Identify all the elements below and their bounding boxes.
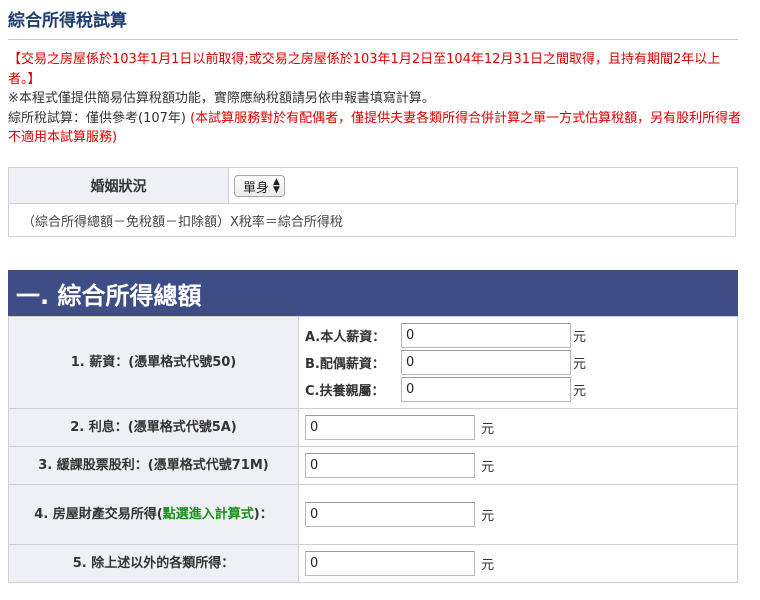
house-trade-label: 4. 房屋財產交易所得(點選進入計算式)： (8, 484, 299, 545)
interest-label: 2. 利息：(憑單格式代號5A) (8, 408, 299, 447)
red-notice: 【交易之房屋係於103年1月1日以前取得;或交易之房屋係於103年1月2日至10… (8, 52, 721, 87)
marital-status-value: 單身 (243, 180, 270, 196)
house-trade-input[interactable] (305, 502, 475, 527)
trial-note: 綜所稅試算：僅供參考(107年) (本試算服務對於有配偶者，僅提供夫妻各類所得合… (8, 109, 746, 148)
unit-label: 元 (573, 330, 587, 345)
marital-status-label: 婚姻狀況 (9, 168, 229, 204)
salary-spouse-row: B.配偶薪資： 元 (305, 349, 737, 376)
house-trade-calc-link[interactable]: 點選進入計算式 (163, 507, 254, 522)
marital-status-row: 婚姻狀況 單身 ▲ ▼ (8, 167, 738, 205)
table-row: 2. 利息：(憑單格式代號5A) 元 (8, 408, 738, 447)
interest-input[interactable] (305, 415, 475, 440)
deferred-dividend-label: 3. 緩課股票股利：(憑單格式代號71M) (8, 446, 299, 485)
table-row: 5. 除上述以外的各類所得： 元 (8, 544, 738, 583)
income-table: 1. 薪資：(憑單格式代號50) A.本人薪資： 元 B.配偶薪資： 元 C.扶… (8, 316, 738, 583)
salary-dependent-row: C.扶養親屬： 元 (305, 376, 737, 403)
unit-label: 元 (481, 460, 495, 475)
other-income-input[interactable] (305, 551, 475, 576)
table-row: 4. 房屋財產交易所得(點選進入計算式)： 元 (8, 484, 738, 545)
unit-label: 元 (573, 384, 587, 399)
salary-self-label: A.本人薪資： (305, 330, 386, 345)
marital-status-select[interactable]: 單身 ▲ ▼ (234, 175, 285, 197)
unit-label: 元 (481, 422, 495, 437)
salary-self-row: A.本人薪資： 元 (305, 322, 737, 349)
deferred-dividend-input[interactable] (305, 453, 475, 478)
salary-spouse-input[interactable] (401, 350, 571, 375)
page-title: 綜合所得稅試算 (8, 6, 738, 40)
unit-label: 元 (481, 509, 495, 524)
trial-label: 綜所稅試算：僅供參考(107年) (8, 110, 186, 126)
other-income-label: 5. 除上述以外的各類所得： (8, 544, 299, 583)
house-trade-label-prefix: 4. 房屋財產交易所得( (34, 507, 163, 522)
unit-label: 元 (573, 357, 587, 372)
salary-dependent-label: C.扶養親屬： (305, 384, 385, 399)
table-row: 1. 薪資：(憑單格式代號50) A.本人薪資： 元 B.配偶薪資： 元 C.扶… (8, 316, 738, 409)
salary-self-input[interactable] (401, 323, 571, 348)
salary-label: 1. 薪資：(憑單格式代號50) (8, 316, 299, 409)
unit-label: 元 (481, 558, 495, 573)
salary-spouse-label: B.配偶薪資： (305, 357, 385, 372)
table-row: 3. 緩課股票股利：(憑單格式代號71M) 元 (8, 446, 738, 485)
disclaimer-text: ※本程式僅提供簡易估算稅額功能，實際應納稅額請另依申報書填寫計算。 (8, 91, 435, 106)
salary-dependent-input[interactable] (401, 377, 571, 402)
select-arrows-icon: ▲ ▼ (273, 177, 280, 195)
notes: 【交易之房屋係於103年1月1日以前取得;或交易之房屋係於103年1月2日至10… (8, 50, 746, 148)
house-trade-label-suffix: )： (253, 507, 273, 522)
section-title: 一. 綜合所得總額 (8, 270, 738, 316)
formula-text: （綜合所得總額－免稅額－扣除額）X稅率＝綜合所得稅 (8, 203, 736, 237)
